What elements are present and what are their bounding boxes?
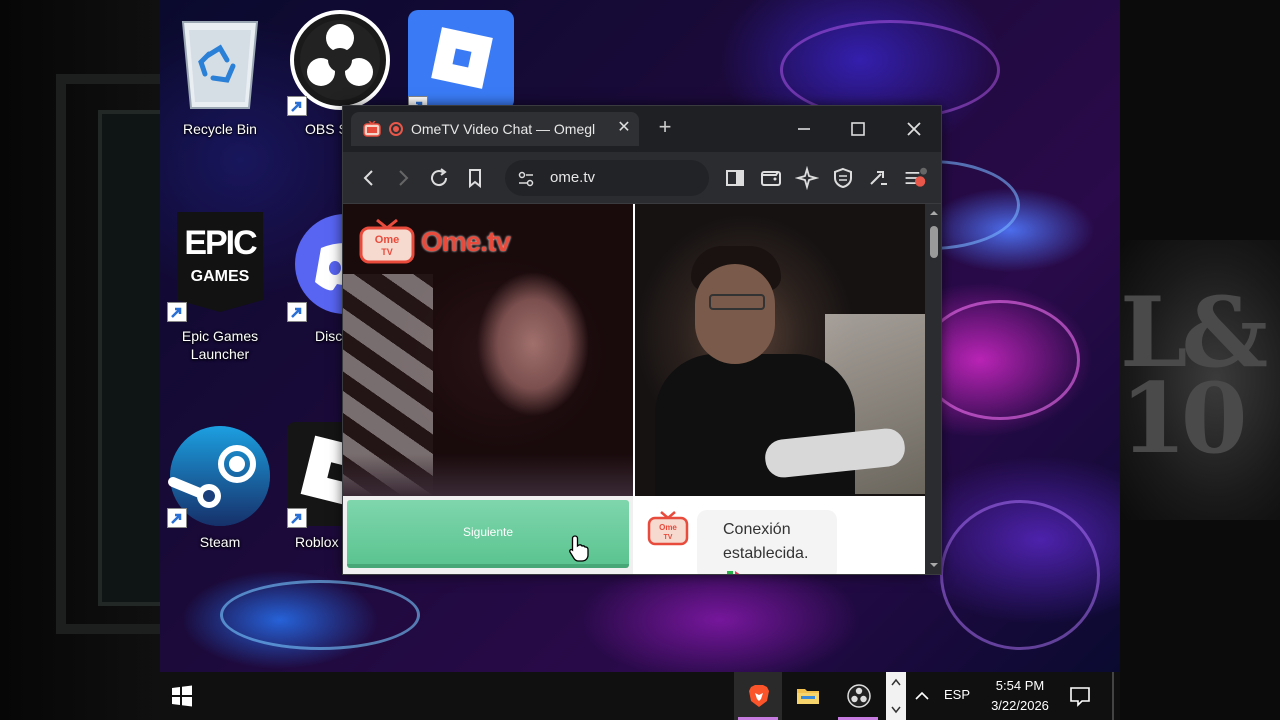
video-shirt — [655, 354, 855, 496]
epic-logo-sub: GAMES — [190, 268, 250, 285]
flag-icon — [727, 571, 740, 574]
video-glasses — [709, 294, 765, 310]
folder-icon — [797, 689, 819, 704]
scroll-up-icon[interactable] — [929, 208, 939, 218]
wallet-icon[interactable] — [759, 166, 783, 190]
browser-titlebar[interactable]: OmeTV Video Chat — Omegl ✕ + — [343, 106, 941, 152]
close-window-icon[interactable] — [899, 116, 929, 142]
ometv-logo-word: Ome.tv — [421, 226, 511, 257]
browser-tab-ometv[interactable]: OmeTV Video Chat — Omegl ✕ — [351, 112, 639, 146]
letterbox-left — [0, 0, 160, 720]
ometv-favicon-icon — [363, 121, 381, 137]
taskbar-brave[interactable] — [734, 672, 782, 720]
ometv-tv-icon: Ome TV — [359, 218, 415, 264]
reload-icon[interactable] — [427, 166, 451, 190]
shortcut-arrow-icon — [167, 302, 187, 322]
clock-time: 5:54 PM — [995, 678, 1045, 693]
desktop-icon-epic-games[interactable]: EPIC GAMES Epic Games Launcher — [165, 212, 275, 362]
shortcut-arrow-icon — [287, 508, 307, 528]
scrollbar-thumb[interactable] — [930, 226, 938, 258]
windows-start-icon[interactable] — [170, 684, 194, 708]
desktop-icon-label: Steam — [199, 534, 241, 550]
obs-icon — [847, 684, 871, 708]
menu-icon[interactable] — [903, 166, 927, 190]
chat-controls: Siguiente Ome TV Conexión establecida. — [343, 496, 925, 574]
svg-text:TV: TV — [381, 247, 393, 257]
site-settings-icon[interactable] — [517, 170, 535, 188]
desktop-icon-label: Epic Games Launcher — [181, 328, 259, 362]
url-text[interactable]: ome.tv — [550, 169, 595, 186]
svg-text:Ome: Ome — [375, 234, 399, 246]
svg-text:TV: TV — [664, 534, 673, 541]
tab-close-icon[interactable]: ✕ — [613, 117, 635, 139]
epic-logo-text: EPIC — [184, 224, 257, 262]
desktop-icon-steam[interactable]: Steam — [165, 420, 275, 570]
page-content: Ome TV Ome.tv Siguiente Ome TV Conexión … — [343, 204, 925, 574]
browser-window[interactable]: OmeTV Video Chat — Omegl ✕ + ome.tv Ome … — [342, 105, 942, 575]
address-bar[interactable]: ome.tv — [505, 160, 709, 196]
epic-games-icon: EPIC GAMES — [177, 212, 263, 312]
self-video — [635, 204, 925, 496]
shortcut-arrow-icon — [167, 508, 187, 528]
background-frame-inner — [98, 110, 160, 606]
minimize-icon[interactable] — [789, 116, 819, 142]
brave-icon — [749, 685, 769, 707]
background-poster-text: L& 10 — [1120, 276, 1268, 475]
ometv-logo: Ome TV Ome.tv — [359, 212, 529, 268]
chevron-down-icon[interactable] — [891, 706, 901, 714]
show-desktop-button[interactable] — [1112, 672, 1114, 720]
svg-text:Ome: Ome — [659, 523, 677, 532]
maximize-icon[interactable] — [843, 116, 873, 142]
hand-cursor-icon — [569, 535, 589, 562]
tab-title: OmeTV Video Chat — Omegl — [411, 121, 596, 137]
wallpaper-swirl — [920, 300, 1080, 420]
taskbar: ESP 5:54 PM 3/22/2026 — [160, 672, 1120, 720]
extensions-icon[interactable] — [867, 166, 891, 190]
input-language[interactable]: ESP — [944, 687, 970, 702]
chat-message: Conexión establecida. — [723, 521, 809, 562]
chat-panel: Ome TV Conexión establecida. — [633, 496, 925, 574]
vpn-shield-icon[interactable] — [831, 166, 855, 190]
recording-indicator-icon — [389, 122, 403, 136]
forward-icon[interactable] — [391, 166, 415, 190]
clock[interactable]: 5:54 PM 3/22/2026 — [980, 676, 1060, 716]
shortcut-arrow-icon — [287, 96, 307, 116]
new-tab-button[interactable]: + — [653, 116, 677, 140]
video-face — [695, 264, 775, 364]
back-icon[interactable] — [357, 166, 381, 190]
notification-center-icon[interactable] — [1068, 685, 1092, 707]
sidebar-icon[interactable] — [723, 166, 747, 190]
clock-date: 3/22/2026 — [991, 698, 1049, 713]
scroll-down-icon[interactable] — [929, 560, 939, 570]
recycle-bin-icon — [181, 21, 259, 109]
desktop-icon-recycle-bin[interactable]: Recycle Bin — [165, 8, 275, 158]
leo-ai-icon[interactable] — [795, 166, 819, 190]
chevron-up-icon[interactable] — [891, 678, 901, 686]
screen: L& 10 Recycle Bin OBS S EPIC GAMES Epic … — [0, 0, 1280, 720]
stranger-video: Ome TV Ome.tv — [343, 204, 633, 496]
bookmark-icon[interactable] — [463, 166, 487, 190]
browser-toolbar: ome.tv — [343, 152, 941, 204]
page-scrollbar[interactable] — [925, 204, 941, 574]
show-hidden-icons-icon[interactable] — [912, 686, 932, 706]
taskbar-obs[interactable] — [834, 672, 882, 720]
wallpaper-swirl — [940, 500, 1100, 650]
shortcut-arrow-icon — [287, 302, 307, 322]
taskbar-scroll-control[interactable] — [886, 672, 906, 720]
video-shadow — [343, 454, 633, 496]
taskbar-file-explorer[interactable] — [783, 672, 831, 720]
letterbox-right: L& 10 — [1120, 0, 1280, 720]
wallpaper-swirl — [220, 580, 420, 650]
desktop-icon-label: Recycle Bin — [183, 121, 257, 137]
ometv-avatar-icon: Ome TV — [647, 511, 689, 546]
